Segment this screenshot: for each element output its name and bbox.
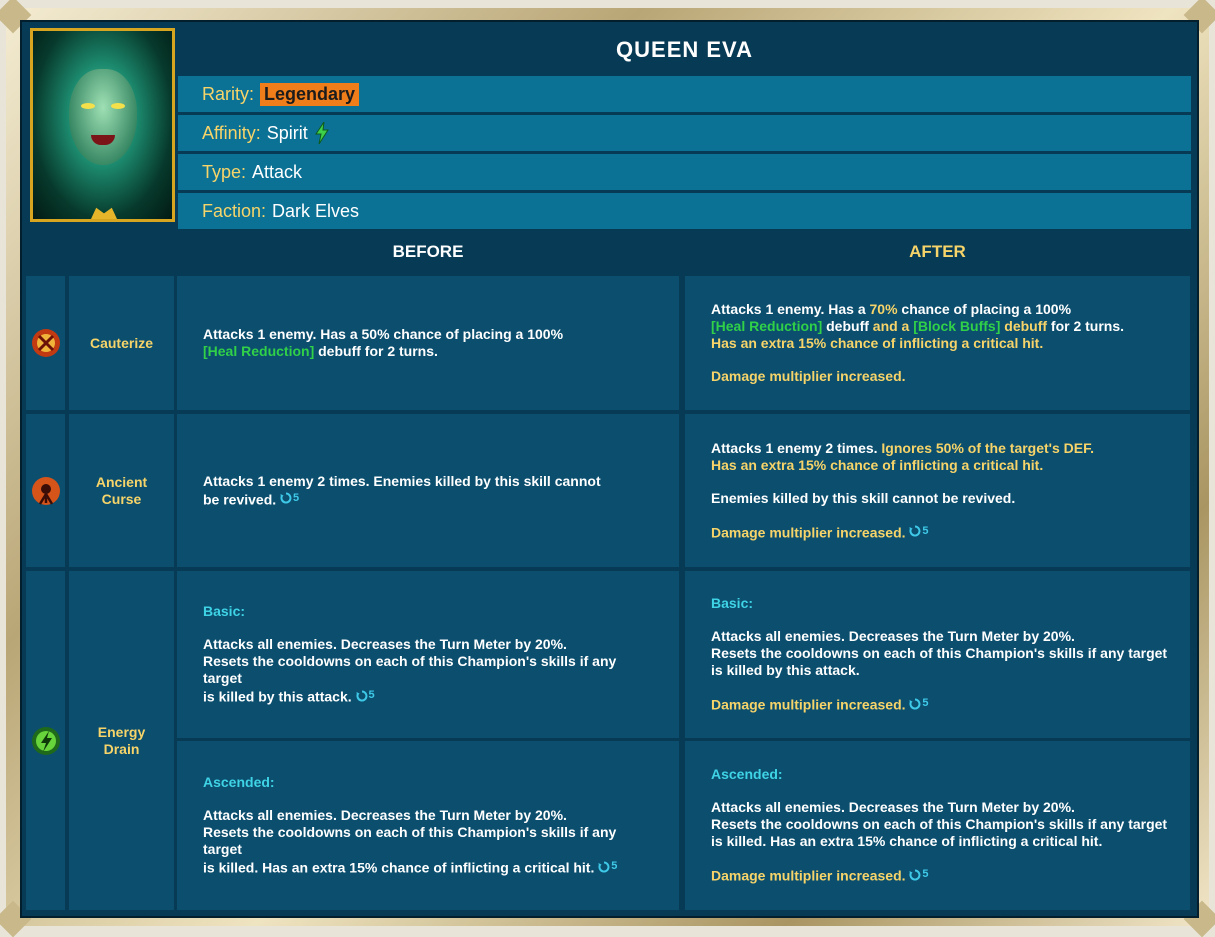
ancient-curse-before: Attacks 1 enemy 2 times. Enemies killed … bbox=[177, 414, 679, 567]
text-line: is killed by this attack. bbox=[711, 662, 860, 679]
card-frame: QUEEN EVA Rarity: Legendary Affinity: Sp… bbox=[0, 0, 1215, 937]
cooldown-icon bbox=[909, 869, 921, 881]
changed-text: Damage multiplier increased. bbox=[711, 368, 906, 384]
cooldown-icon bbox=[909, 698, 921, 710]
section-label: Ascended: bbox=[711, 766, 783, 783]
champion-card: QUEEN EVA Rarity: Legendary Affinity: Sp… bbox=[20, 20, 1199, 918]
changed-text: debuff bbox=[1000, 318, 1048, 334]
changed-value: 70% bbox=[869, 301, 898, 317]
portrait-face bbox=[69, 69, 137, 165]
energy-drain-basic-before: Basic: Attacks all enemies. Decreases th… bbox=[177, 571, 679, 738]
changed-text: Damage multiplier increased. bbox=[711, 524, 906, 541]
text-line: for 2 turns. bbox=[1047, 318, 1125, 334]
cooldown-icon bbox=[598, 861, 610, 873]
energy-drain-ascended-after: Ascended: Attacks all enemies. Decreases… bbox=[685, 741, 1190, 910]
cooldown-indicator: 5 bbox=[909, 523, 929, 540]
changed-text: Has an extra 15% chance of inflicting a … bbox=[711, 456, 1044, 473]
section-label: Basic: bbox=[711, 595, 754, 612]
champion-portrait bbox=[30, 28, 175, 222]
text-line: Resets the cooldowns on each of this Cha… bbox=[203, 824, 617, 858]
rarity-badge: Legendary bbox=[260, 82, 360, 106]
skill-name-cauterize: Cauterize bbox=[69, 276, 174, 410]
text-line: Attacks 1 enemy 2 times. Enemies killed … bbox=[203, 472, 601, 489]
text-line: is killed. Has an extra 15% chance of in… bbox=[203, 859, 595, 876]
ancient-curse-skill-icon bbox=[31, 476, 60, 505]
cauterize-skill-icon bbox=[31, 329, 60, 357]
text-line: Attacks all enemies. Decreases the Turn … bbox=[711, 799, 1075, 816]
text-line: Enemies killed by this skill cannot be r… bbox=[711, 489, 1016, 506]
skill-name-energy-drain: Energy Drain bbox=[69, 571, 174, 910]
skill-icon-cell bbox=[26, 571, 65, 910]
crown-icon bbox=[91, 207, 117, 219]
text-line: Resets the cooldowns on each of this Cha… bbox=[711, 816, 1168, 833]
text-line: debuff for 2 turns. bbox=[314, 343, 438, 359]
cooldown-icon bbox=[356, 690, 367, 702]
text-line: Resets the cooldowns on each of this Cha… bbox=[711, 645, 1168, 662]
cooldown-indicator: 5 bbox=[280, 490, 299, 507]
skill-name-line: Ancient bbox=[95, 473, 148, 490]
text-line: be revived. bbox=[203, 491, 277, 508]
cooldown-icon bbox=[909, 525, 921, 537]
text-line: is killed by this attack. bbox=[203, 688, 352, 705]
rarity-label: Rarity: bbox=[202, 83, 255, 104]
faction-label: Faction: bbox=[202, 200, 267, 221]
text-line: is killed. Has an extra 15% chance of in… bbox=[711, 833, 1103, 850]
type-label: Type: bbox=[202, 161, 247, 182]
cauterize-after: Attacks 1 enemy. Has a 70% chance of pla… bbox=[685, 276, 1190, 410]
changed-text: and a bbox=[872, 318, 914, 334]
heal-reduction-debuff: [Heal Reduction] bbox=[203, 343, 315, 359]
changed-text: Has an extra 15% chance of inflicting a … bbox=[711, 335, 1044, 351]
affinity-label: Affinity: bbox=[202, 122, 261, 143]
heal-reduction-debuff: [Heal Reduction] bbox=[711, 318, 823, 334]
energy-drain-ascended-before: Ascended: Attacks all enemies. Decreases… bbox=[177, 741, 679, 910]
champion-name: QUEEN EVA bbox=[178, 26, 1191, 74]
before-header: BEFORE bbox=[177, 234, 679, 270]
text-line: Resets the cooldowns on each of this Cha… bbox=[203, 653, 617, 687]
energy-drain-basic-after: Basic: Attacks all enemies. Decreases th… bbox=[685, 571, 1190, 738]
text-line: Attacks 1 enemy 2 times. bbox=[711, 439, 882, 456]
cauterize-before: Attacks 1 enemy. Has a 50% chance of pla… bbox=[177, 276, 679, 410]
faction-row: Faction: Dark Elves bbox=[178, 193, 1191, 229]
text-line: Attacks all enemies. Decreases the Turn … bbox=[203, 807, 567, 824]
changed-text: Damage multiplier increased. bbox=[711, 867, 906, 884]
cooldown-icon bbox=[280, 492, 292, 504]
faction-value: Dark Elves bbox=[272, 200, 360, 221]
text-line: Attacks all enemies. Decreases the Turn … bbox=[203, 636, 567, 653]
text-line: Attacks 1 enemy. Has a bbox=[711, 301, 870, 317]
changed-text: Ignores 50% of the target's DEF. bbox=[881, 439, 1095, 456]
skill-name-line: Curse bbox=[101, 490, 142, 507]
text-line: Attacks all enemies. Decreases the Turn … bbox=[711, 628, 1075, 645]
affinity-row: Affinity: Spirit bbox=[178, 115, 1191, 151]
text-line: chance of placing a 100% bbox=[897, 301, 1072, 317]
header-blank bbox=[26, 234, 170, 270]
section-label: Basic: bbox=[203, 603, 246, 620]
text-line: debuff bbox=[822, 318, 873, 334]
cooldown-indicator: 5 bbox=[598, 858, 617, 875]
type-row: Type: Attack bbox=[178, 154, 1191, 190]
type-value: Attack bbox=[252, 161, 303, 182]
affinity-value: Spirit bbox=[266, 122, 308, 143]
skill-name-line: Drain bbox=[103, 740, 140, 757]
cooldown-indicator: 5 bbox=[909, 695, 929, 712]
cooldown-indicator: 5 bbox=[909, 866, 929, 883]
after-header: AFTER bbox=[685, 234, 1190, 270]
changed-text: Damage multiplier increased. bbox=[711, 696, 906, 713]
rarity-row: Rarity: Legendary bbox=[178, 76, 1191, 112]
skill-icon-cell bbox=[26, 276, 65, 410]
text-line: Attacks 1 enemy. Has a 50% chance of pla… bbox=[203, 326, 564, 342]
skill-name-line: Energy bbox=[97, 723, 146, 740]
spirit-affinity-icon bbox=[314, 122, 330, 144]
section-label: Ascended: bbox=[203, 774, 275, 791]
skill-icon-cell bbox=[26, 414, 65, 567]
ancient-curse-after: Attacks 1 enemy 2 times. Ignores 50% of … bbox=[685, 414, 1190, 567]
cooldown-indicator: 5 bbox=[356, 687, 375, 704]
skill-name-ancient-curse: Ancient Curse bbox=[69, 414, 174, 567]
energy-drain-skill-icon bbox=[31, 726, 60, 755]
block-buffs-debuff: [Block Buffs] bbox=[913, 318, 1001, 334]
